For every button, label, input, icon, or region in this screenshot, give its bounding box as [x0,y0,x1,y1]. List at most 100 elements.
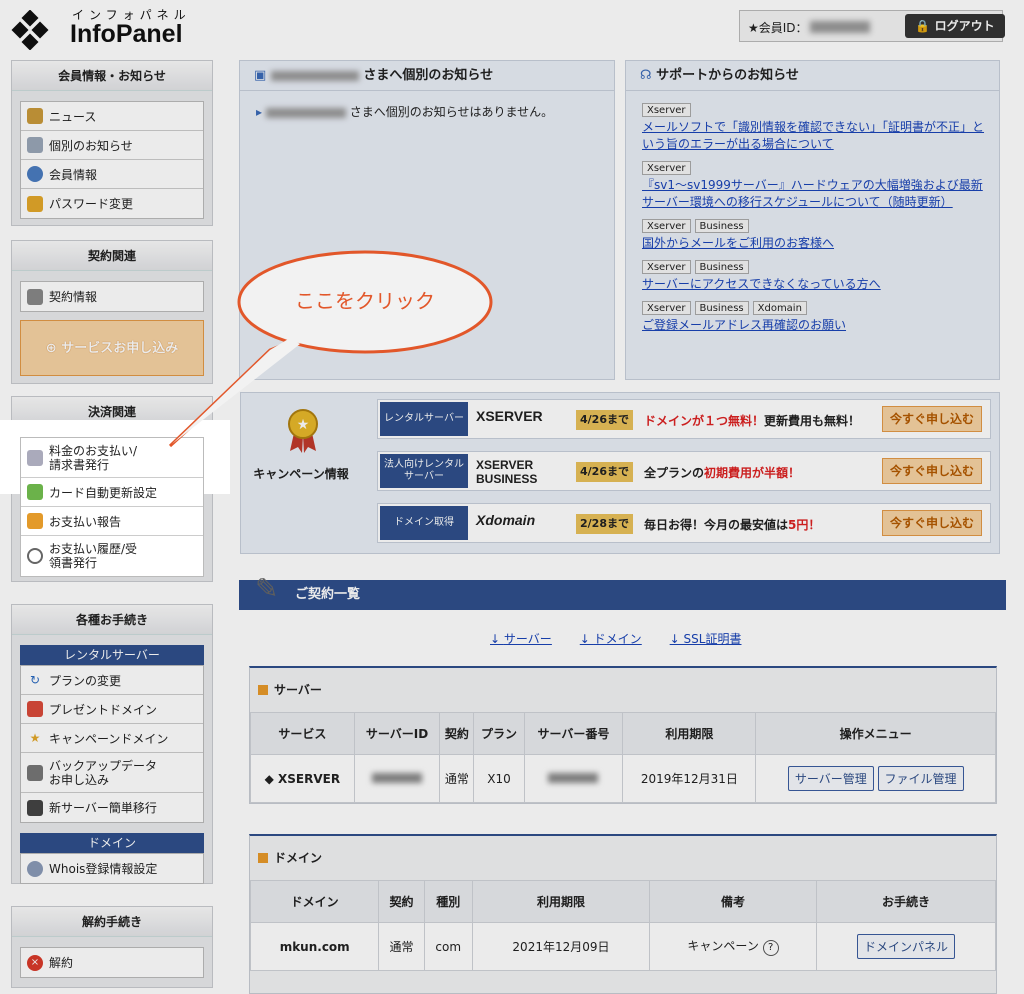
infopanel-logo[interactable]: インフォパネル InfoPanel [10,6,200,50]
tag-xserver: Xserver [642,260,691,274]
cell-operations: サーバー管理 ファイル管理 [755,754,996,803]
tag-xdomain: Xdomain [752,301,807,315]
message-icon [27,137,43,153]
th-server-id: サーバーID [353,712,441,755]
th-contract: 契約 [378,880,425,923]
redacted-value [548,772,599,783]
support-notice-item: Xserver Business サーバーにアクセスできなくなっている方へ [634,256,991,297]
campaign-apply-button[interactable]: 今すぐ申し込む [882,406,982,432]
username-redacted [265,107,346,118]
cell-note: キャンペーン ? [649,922,817,971]
server-table-section: サーバー サービス サーバーID 契約 プラン サーバー番号 利用期限 操作メニ… [249,666,997,804]
th-server-number: サーバー番号 [523,712,624,755]
callout-bubble: ここをクリック [168,250,493,448]
sidebar-item-payment-report[interactable]: お支払い報告 [21,507,203,536]
tag-xserver: Xserver [642,161,691,175]
campaign-apply-button[interactable]: 今すぐ申し込む [882,510,982,536]
sidebar-item-payment-history[interactable]: お支払い履歴/受領書発行 [21,536,203,576]
sidebar-item-present-domain[interactable]: プレゼントドメイン [21,695,203,724]
gift-icon [27,701,43,717]
th-note: 備考 [649,880,817,923]
support-notice-list: Xserver メールソフトで「識別情報を確認できない」「証明書が不正」という旨… [626,91,999,338]
tag-business: Business [694,260,749,274]
support-notice-link[interactable]: 『sv1～sv1999サーバー』ハードウェアの大幅増強および最新サーバー環境への… [642,177,987,211]
support-notice-item: Xserver Business Xdomain ご登録メールアドレス再確認のお願い [634,297,991,338]
domain-table: ドメイン 契約 種別 利用期限 備考 お手続き mkun.com 通常 com … [249,880,997,971]
sidebar-procedures-section: 各種お手続き レンタルサーバー ↻ プランの変更 プレゼントドメイン ★ キャンペー… [11,604,213,884]
campaign-message: 全プランの初期費用が半額！ [644,466,801,480]
table-row: mkun.com 通常 com 2021年12月09日 キャンペーン ? ドメイ… [249,922,997,971]
sidebar-item-server-migration[interactable]: 新サーバー簡単移行 [21,793,203,822]
support-notice-link[interactable]: メールソフトで「識別情報を確認できない」「証明書が不正」という旨のエラーが出る場… [642,119,987,153]
cell-expiry: 2021年12月09日 [471,922,651,971]
personal-notice-header: ▣ さまへ個別のお知らせ [240,61,614,91]
support-notice-item: Xserver Business 国外からメールをご利用のお客様へ [634,215,991,256]
campaign-message: 毎日お得！今月の最安値は5円！ [644,518,821,532]
clock-icon [27,548,43,564]
support-notice-item: Xserver メールソフトで「識別情報を確認できない」「証明書が不正」という旨… [634,99,991,157]
domain-panel-button[interactable]: ドメインパネル [856,934,955,959]
sidebar-item-member-info[interactable]: 会員情報 [21,160,203,189]
user-icon [27,166,43,182]
campaign-apply-button[interactable]: 今すぐ申し込む [882,458,982,484]
logout-label: ログアウト [934,19,995,33]
anchor-link-domain[interactable]: ↓ ドメイン [580,630,642,647]
callout-text: ここをクリック [295,289,435,313]
backup-icon [27,764,43,781]
campaign-category: ドメイン取得 [380,506,468,540]
sidebar-item-password[interactable]: パスワード変更 [21,189,203,218]
cell-contract: 通常 [439,754,475,803]
anchor-link-ssl[interactable]: ↓ SSL証明書 [670,630,742,647]
support-notice-item: Xserver 『sv1～sv1999サーバー』ハードウェアの大幅増強および最新… [634,157,991,215]
star-icon: ★ [29,731,41,745]
tag-xserver: Xserver [642,103,691,117]
file-manage-button[interactable]: ファイル管理 [877,766,964,791]
tag-business: Business [694,219,749,233]
cell-domain: mkun.com [249,922,380,971]
sidebar-item-whois[interactable]: Whois登録情報設定 [21,854,203,883]
contract-document-icon: ✎ [255,572,279,605]
lock-icon: 🔒 [915,19,931,33]
redacted-value [372,772,423,783]
sidebar-procedures-title: 各種お手続き [12,605,212,635]
campaign-date: 4/26まで [576,462,633,482]
cell-expiry: 2019年12月31日 [622,754,757,803]
contract-icon [27,288,43,305]
sidebar-item-plan-change[interactable]: ↻ プランの変更 [21,666,203,695]
th-domain: ドメイン [249,880,380,923]
domain-table-section: ドメイン ドメイン 契約 種別 利用期限 備考 お手続き mkun.com 通常… [249,834,997,994]
sidebar-item-card-autorenew[interactable]: カード自動更新設定 [21,478,203,507]
lock-icon [27,195,43,212]
cell-server-id [353,754,441,803]
sidebar-item-news[interactable]: ニュース [21,102,203,131]
tag-xserver: Xserver [642,219,691,233]
cell-procedures: ドメインパネル [815,922,997,971]
sidebar-item-campaign-domain[interactable]: ★ キャンペーンドメイン [21,724,203,753]
sidebar-item-cancel[interactable]: × 解約 [21,948,203,977]
campaign-date: 4/26まで [576,410,633,430]
support-notice-link[interactable]: サーバーにアクセスできなくなっている方へ [642,276,987,293]
sidebar-item-backup-data[interactable]: バックアップデータお申し込み [21,753,203,793]
member-id-label: ★会員ID： [748,21,808,35]
tag-xserver: Xserver [642,301,691,315]
logout-button[interactable]: 🔒 ログアウト [905,14,1005,38]
th-expiry: 利用期限 [622,712,757,755]
campaign-label: キャンペーン情報 [253,467,349,481]
anchor-link-server[interactable]: ↓ サーバー [490,630,552,647]
domain-table-title: ドメイン [250,836,996,880]
server-table-title: サーバー [250,668,996,712]
server-icon [27,799,43,816]
server-manage-button[interactable]: サーバー管理 [787,766,874,791]
th-plan: プラン [473,712,525,755]
sidebar-item-personal-notice[interactable]: 個別のお知らせ [21,131,203,160]
logo-mark-icon [11,10,49,50]
news-icon [27,108,43,124]
support-notice-link[interactable]: 国外からメールをご利用のお客様へ [642,235,987,252]
member-id-value-redacted [810,21,870,33]
campaign-row-xdomain: ドメイン取得 Xdomain 2/28まで 毎日お得！今月の最安値は5円！ 今す… [377,503,991,543]
headset-icon: ☊ [640,68,652,83]
tag-business: Business [694,301,749,315]
support-notice-link[interactable]: ご登録メールアドレス再確認のお願い [642,317,987,334]
cell-server-number [523,754,624,803]
help-icon[interactable]: ? [762,940,779,956]
